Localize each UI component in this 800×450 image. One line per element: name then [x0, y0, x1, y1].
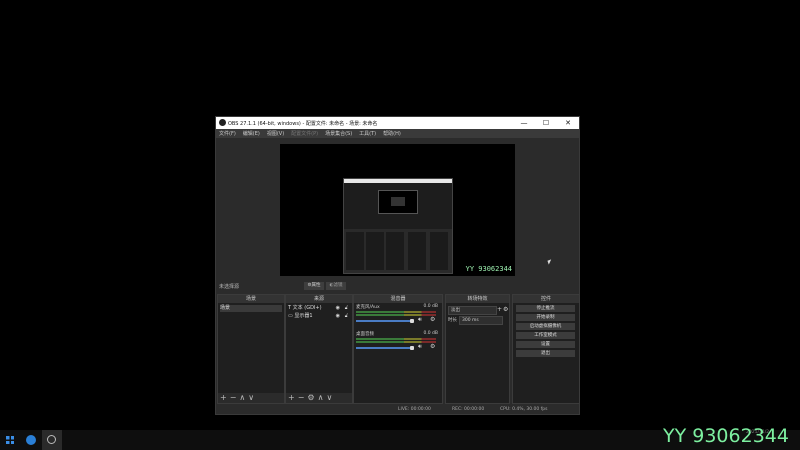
cpu-fps-status: CPU: 0.4%, 30.00 fps	[500, 407, 548, 412]
volume-meter	[356, 338, 436, 340]
scenes-dock: 场景 场景 +−∧∨	[217, 294, 285, 404]
eye-icon[interactable]: ◉	[336, 313, 340, 320]
status-bar: LIVE: 00:00:00 REC: 00:00:00 CPU: 0.4%, …	[216, 405, 579, 414]
sources-header: 来源	[286, 295, 352, 303]
live-status: LIVE: 00:00:00	[398, 407, 431, 412]
preview-watermark: YY 93062344	[465, 265, 512, 273]
menu-tools[interactable]: 工具(T)	[356, 129, 380, 138]
menu-profile[interactable]: 配置文件(P)	[288, 129, 322, 138]
channel-name: 桌面音频	[356, 332, 374, 337]
gear-icon[interactable]: ⚙	[430, 343, 435, 350]
source-item[interactable]: T 文本 (GDI+) ◉ 🔓︎	[288, 305, 350, 312]
source-label: 显示器1	[294, 313, 313, 319]
lock-icon[interactable]: 🔓︎	[345, 313, 348, 320]
exit-button[interactable]: 退出	[516, 350, 575, 357]
rec-status: REC: 00:00:00	[452, 407, 485, 412]
start-recording-button[interactable]: 开始录制	[516, 314, 575, 321]
source-item[interactable]: ▭ 显示器1 ◉ 🔓︎	[288, 313, 350, 320]
add-scene-icon[interactable]: +	[220, 393, 230, 402]
obs-icon	[47, 435, 56, 444]
edge-browser-icon[interactable]	[26, 435, 36, 445]
scene-item[interactable]: 场景	[220, 305, 282, 312]
move-up-icon[interactable]: ∧	[239, 393, 248, 402]
channel-name: 麦克风/Aux	[356, 305, 380, 310]
menu-scene-collection[interactable]: 场景集合(S)	[322, 129, 356, 138]
controls-dock: 控件 停止推流 开始录制 启动虚拟摄像机 工作室模式 设置 退出	[512, 294, 580, 404]
add-transition-icon[interactable]: +	[497, 306, 502, 313]
menu-view[interactable]: 视图(V)	[264, 129, 288, 138]
close-button[interactable]: ✕	[557, 117, 579, 129]
move-down-icon[interactable]: ∨	[326, 393, 335, 402]
volume-slider-handle[interactable]	[410, 319, 414, 323]
nested-screen-capture	[343, 178, 453, 274]
duration-label: 时长	[448, 318, 457, 323]
gear-icon[interactable]: ⚙	[503, 306, 508, 313]
menu-edit[interactable]: 编辑(E)	[240, 129, 264, 138]
minimize-button[interactable]: —	[513, 117, 535, 129]
no-source-label: 未选择源	[219, 284, 240, 290]
filters-button[interactable]: ◐滤镜	[326, 282, 346, 290]
transitions-header: 转场特效	[446, 295, 509, 303]
volume-slider[interactable]	[356, 347, 412, 349]
menu-bar: 文件(F) 编辑(E) 视图(V) 配置文件(P) 场景集合(S) 工具(T) …	[216, 129, 579, 138]
window-title: OBS 27.1.1 (64-bit, windows) - 配置文件: 未命名…	[228, 121, 378, 127]
move-down-icon[interactable]: ∨	[248, 393, 257, 402]
studio-mode-button[interactable]: 工作室模式	[516, 332, 575, 339]
source-label: 文本 (GDI+)	[292, 305, 322, 311]
volume-meter	[356, 314, 436, 316]
channel-db: 0.0 dB	[423, 304, 438, 309]
gear-icon[interactable]: ⚙	[430, 316, 435, 323]
lock-icon[interactable]: 🔓︎	[345, 305, 348, 312]
add-source-icon[interactable]: +	[288, 393, 298, 402]
remove-source-icon[interactable]: −	[298, 393, 308, 402]
speaker-icon[interactable]: 🔊︎	[418, 316, 422, 324]
source-toolbar: 未选择源 ⚙属性 ◐滤镜	[216, 281, 579, 291]
scenes-header: 场景	[218, 295, 284, 303]
properties-button[interactable]: ⚙属性	[304, 282, 324, 290]
start-virtual-camera-button[interactable]: 启动虚拟摄像机	[516, 323, 575, 330]
source-settings-icon[interactable]: ⚙	[307, 393, 317, 402]
title-bar[interactable]: OBS 27.1.1 (64-bit, windows) - 配置文件: 未命名…	[216, 117, 579, 129]
menu-file[interactable]: 文件(F)	[216, 129, 240, 138]
settings-button[interactable]: 设置	[516, 341, 575, 348]
mixer-header: 混音器	[354, 295, 442, 303]
controls-header: 控件	[513, 295, 579, 303]
speaker-icon[interactable]: 🔊︎	[418, 343, 422, 351]
sources-toolbar: +−⚙∧∨	[286, 393, 352, 403]
overlay-watermark: YY 93062344	[663, 425, 789, 447]
transitions-dock: 转场特效 淡出 + ⚙ 时长 300 ms	[445, 294, 510, 404]
volume-slider[interactable]	[356, 320, 412, 322]
monitor-source-icon: ▭	[288, 313, 293, 319]
scenes-toolbar: +−∧∨	[218, 393, 284, 403]
sources-dock: 来源 T 文本 (GDI+) ◉ 🔓︎ ▭ 显示器1 ◉ 🔓︎ +−⚙∧∨	[285, 294, 353, 404]
obs-window: OBS 27.1.1 (64-bit, windows) - 配置文件: 未命名…	[216, 117, 580, 414]
volume-meter	[356, 311, 436, 313]
transition-select[interactable]: 淡出	[448, 306, 497, 315]
stop-streaming-button[interactable]: 停止推流	[516, 305, 575, 312]
eye-icon[interactable]: ◉	[336, 305, 340, 312]
audio-mixer-dock: 混音器 麦克风/Aux 0.0 dB 🔊︎ ⚙ 桌面音频 0.0 dB 🔊︎ ⚙	[353, 294, 443, 404]
menu-help[interactable]: 帮助(H)	[380, 129, 405, 138]
remove-scene-icon[interactable]: −	[230, 393, 240, 402]
windows-start-icon[interactable]	[6, 436, 14, 444]
preview-canvas[interactable]: YY 93062344	[280, 144, 515, 276]
volume-meter	[356, 341, 436, 343]
text-source-icon: T	[288, 305, 292, 311]
duration-input[interactable]: 300 ms	[459, 316, 503, 325]
obs-logo-icon	[219, 119, 226, 126]
obs-taskbar-button[interactable]	[42, 430, 62, 450]
volume-slider-handle[interactable]	[410, 346, 414, 350]
channel-db: 0.0 dB	[423, 331, 438, 336]
maximize-button[interactable]: ☐	[535, 117, 557, 129]
